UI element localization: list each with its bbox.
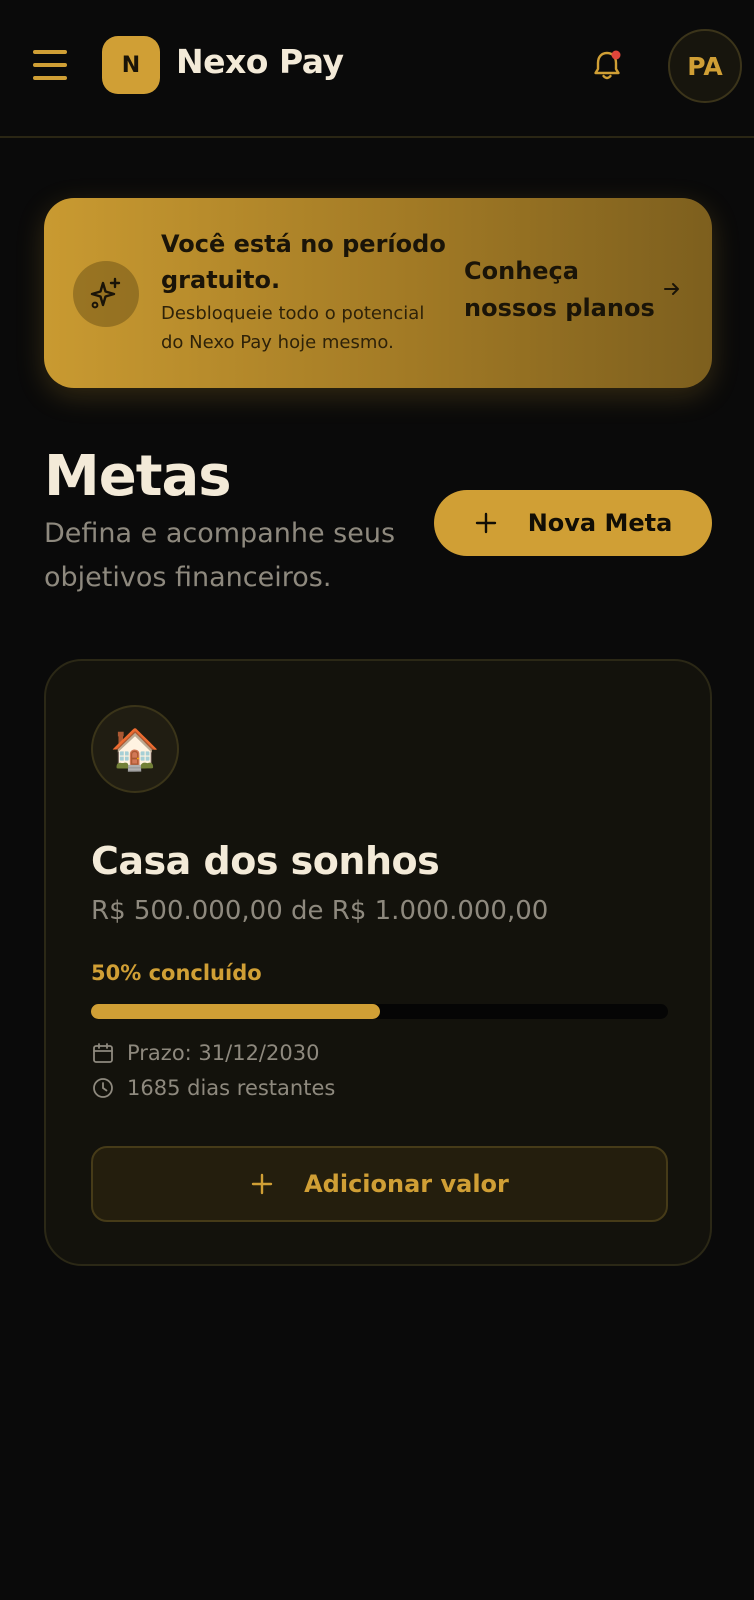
clock-icon	[93, 1078, 113, 1098]
free-trial-banner[interactable]: Você está no período gratuito. Desbloque…	[44, 198, 712, 388]
deadline-row: Prazo: 31/12/2030	[91, 1041, 319, 1065]
menu-icon[interactable]	[33, 48, 69, 82]
arrow-right-icon	[664, 283, 679, 295]
calendar-icon	[93, 1043, 113, 1063]
house-icon: 🏠	[91, 705, 179, 793]
goal-card: 🏠 Casa dos sonhos R$ 500.000,00 de R$ 1.…	[44, 659, 712, 1266]
plus-icon	[475, 512, 496, 534]
new-goal-button[interactable]: Nova Meta	[434, 490, 712, 556]
progress-bar	[91, 1004, 668, 1019]
progress-label: 50% concluído	[91, 961, 262, 985]
app-header: N Nexo Pay PA	[0, 0, 754, 138]
plus-icon	[251, 1173, 273, 1195]
sparkles-icon	[73, 261, 139, 327]
notification-dot	[611, 50, 621, 60]
goal-name: Casa dos sonhos	[91, 839, 440, 883]
days-left-text: 1685 dias restantes	[127, 1076, 336, 1100]
days-left-row: 1685 dias restantes	[91, 1076, 335, 1100]
add-value-label: Adicionar valor	[304, 1170, 509, 1198]
add-value-button[interactable]: Adicionar valor	[91, 1146, 668, 1222]
promo-subtitle: Desbloqueie todo o potencial do Nexo Pay…	[161, 303, 425, 353]
bell-icon	[594, 50, 621, 80]
goal-amount: R$ 500.000,00 de R$ 1.000.000,00	[91, 896, 549, 926]
promo-title: Você está no período gratuito.	[161, 230, 446, 294]
app-name: Nexo Pay	[176, 42, 344, 81]
page-subtitle: Defina e acompanhe seus objetivos financ…	[44, 518, 396, 593]
notifications-button[interactable]	[588, 46, 626, 84]
app-logo: N	[102, 36, 160, 94]
page-title: Metas	[44, 444, 232, 509]
see-plans-link[interactable]: Conheça nossos planos	[464, 253, 664, 327]
new-goal-label: Nova Meta	[527, 509, 673, 537]
progress-fill	[91, 1004, 380, 1019]
user-avatar[interactable]: PA	[668, 29, 742, 103]
deadline-text: Prazo: 31/12/2030	[127, 1041, 320, 1065]
